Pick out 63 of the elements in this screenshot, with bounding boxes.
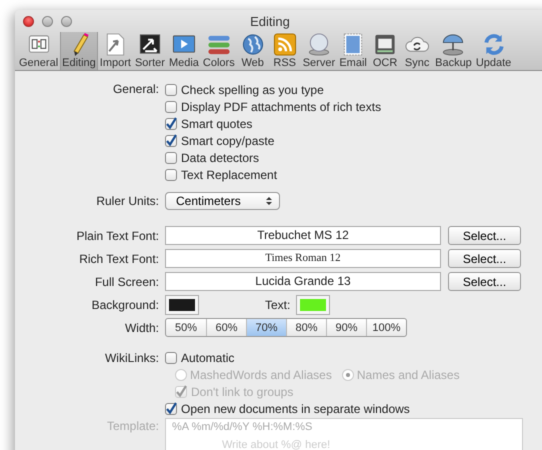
width-segment[interactable]: 50% bbox=[166, 319, 206, 336]
width-segment[interactable]: 100% bbox=[366, 319, 406, 336]
radio-label: Names and Aliases bbox=[356, 368, 460, 382]
checkbox[interactable] bbox=[165, 352, 177, 364]
window-title: Editing bbox=[250, 14, 290, 28]
checkbox-label: Smart quotes bbox=[181, 116, 252, 130]
checkbox-label: Display PDF attachments of rich texts bbox=[181, 100, 382, 114]
width-segment[interactable]: 90% bbox=[326, 319, 366, 336]
toolbar-tab[interactable]: OCR bbox=[369, 32, 402, 70]
checkbox[interactable] bbox=[165, 402, 177, 414]
checkbox-label: Don't link to groups bbox=[191, 384, 294, 398]
checkbox[interactable] bbox=[165, 118, 177, 130]
font-field[interactable]: Trebuchet MS 12 bbox=[165, 226, 441, 245]
zoom-button[interactable] bbox=[61, 16, 72, 26]
toolbar-tab[interactable]: Sync bbox=[401, 32, 434, 70]
radio-label: MashedWords and Aliases bbox=[190, 368, 332, 382]
toolbar-tab[interactable]: Colors bbox=[200, 32, 237, 70]
checkbox-label: Data detectors bbox=[181, 150, 260, 164]
checkbox[interactable] bbox=[165, 100, 177, 112]
font-field[interactable]: Lucida Grande 13 bbox=[165, 272, 441, 291]
checkbox[interactable] bbox=[165, 84, 177, 96]
color-well[interactable] bbox=[165, 294, 199, 314]
font-label: Full Screen: bbox=[94, 274, 160, 288]
checkbox-label: Text Replacement bbox=[181, 168, 278, 182]
ruler-units-popup[interactable]: Centimeters bbox=[165, 192, 280, 210]
close-button[interactable] bbox=[23, 16, 34, 26]
toolbar-tab[interactable]: Web bbox=[236, 32, 269, 70]
color-well[interactable] bbox=[296, 294, 330, 314]
toolbar-tab[interactable]: Email bbox=[337, 32, 370, 70]
toolbar-tab[interactable]: Media bbox=[166, 32, 201, 70]
width-segment[interactable]: 70% bbox=[246, 319, 286, 336]
toolbar-tab[interactable]: RSS bbox=[268, 32, 301, 70]
ruler-units-label: Ruler Units: bbox=[95, 194, 160, 208]
toolbar-tab[interactable]: Server bbox=[300, 32, 338, 70]
width-segment[interactable]: 80% bbox=[286, 319, 326, 336]
checkbox[interactable] bbox=[165, 168, 177, 180]
minimize-button[interactable] bbox=[42, 16, 53, 26]
toolbar-tab[interactable]: Import bbox=[98, 32, 133, 70]
select-button[interactable]: Select... bbox=[448, 272, 521, 291]
general-label: General: bbox=[112, 81, 160, 98]
checkbox[interactable] bbox=[165, 152, 177, 164]
font-field[interactable]: Times Roman 12 bbox=[165, 249, 441, 268]
font-label: Rich Text Font: bbox=[78, 252, 160, 266]
toolbar-tab[interactable]: Sorter bbox=[132, 32, 167, 70]
toolbar-tab[interactable]: Backup bbox=[433, 32, 474, 70]
checkbox[interactable] bbox=[165, 134, 177, 146]
toolbar-tab[interactable]: Editing bbox=[60, 32, 98, 70]
rss-icon bbox=[272, 32, 298, 57]
width-label: Width: bbox=[124, 320, 160, 334]
template-label: Template: bbox=[106, 418, 160, 433]
checkbox-label: Automatic bbox=[181, 350, 234, 364]
toolbar-tab[interactable]: General bbox=[17, 32, 60, 70]
checkbox-label: Open new documents in separate windows bbox=[181, 402, 410, 416]
color-label: Text: bbox=[265, 298, 290, 312]
stepper-arrows-icon bbox=[266, 196, 272, 206]
font-label: Plain Text Font: bbox=[76, 228, 160, 242]
checkbox-label: Smart copy/paste bbox=[181, 134, 274, 148]
toolbar-tab[interactable]: Update bbox=[474, 32, 514, 70]
wikilinks-label: WikiLinks: bbox=[104, 350, 160, 364]
select-button[interactable]: Select... bbox=[448, 249, 521, 268]
select-button[interactable]: Select... bbox=[448, 226, 521, 245]
color-label: Background: bbox=[90, 298, 160, 312]
checkbox-label: Check spelling as you type bbox=[181, 82, 324, 96]
